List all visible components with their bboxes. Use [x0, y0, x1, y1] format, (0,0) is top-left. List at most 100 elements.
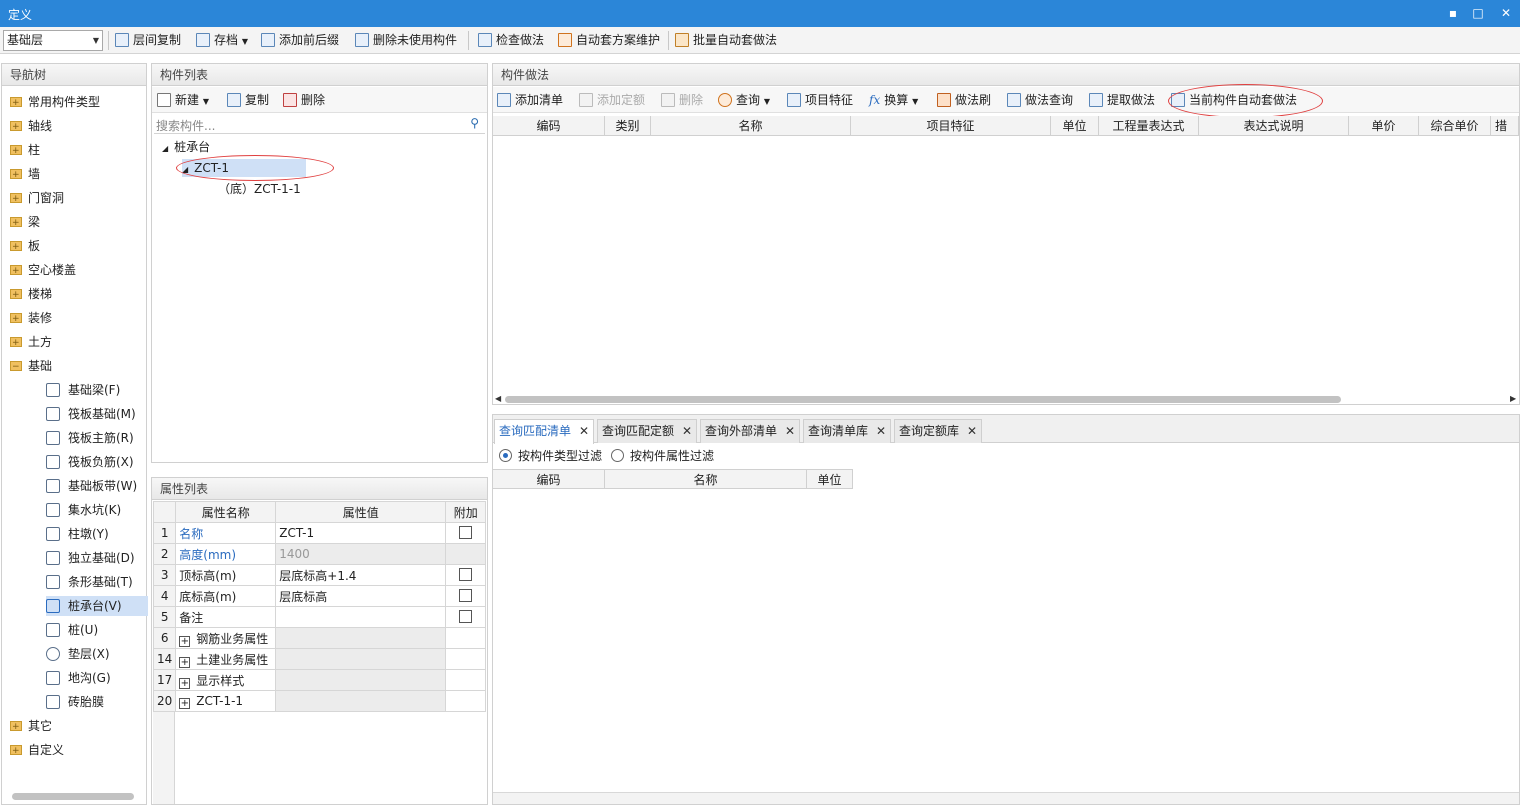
convert-button[interactable]: fx 换算 ▼ [869, 92, 918, 108]
close-icon[interactable]: ✕ [682, 424, 692, 438]
tab-list-library[interactable]: 查询清单库 ✕ [803, 419, 892, 443]
column-header-expr-desc[interactable]: 表达式说明 [1199, 116, 1349, 136]
scroll-right-icon[interactable]: ▶ [1510, 394, 1516, 403]
nav-sub-pile-cap[interactable]: 桩承台(V) [46, 596, 148, 616]
filter-by-attr-radio[interactable]: 按构件属性过滤 [611, 447, 714, 465]
minimize-button[interactable]: ▪ [1443, 4, 1463, 22]
close-icon[interactable]: ✕ [876, 424, 886, 438]
table-row[interactable]: 6 + 钢筋业务属性 [152, 627, 487, 649]
query-column-unit[interactable]: 单位 [807, 469, 853, 489]
extra-checkbox[interactable] [459, 568, 473, 581]
query-column-name[interactable]: 名称 [605, 469, 807, 489]
nav-item-slab[interactable]: 板 [10, 236, 40, 257]
filter-by-type-radio[interactable]: 按构件类型过滤 [499, 447, 602, 465]
table-row[interactable]: 17 + 显示样式 [152, 669, 487, 691]
nav-item-column[interactable]: 柱 [10, 140, 40, 161]
search-icon[interactable]: ⚲ [470, 116, 479, 130]
column-header-feature[interactable]: 项目特征 [851, 116, 1051, 136]
nav-item-foundation[interactable]: 基础 [10, 356, 52, 377]
add-quota-button[interactable]: 添加定额 [579, 92, 645, 108]
method-query-button[interactable]: 做法查询 [1007, 92, 1073, 108]
scroll-left-icon[interactable]: ◀ [495, 394, 501, 403]
nav-sub-raft-neg-rebar[interactable]: 筏板负筋(X) [46, 452, 148, 472]
tab-match-list[interactable]: 查询匹配清单 ✕ [494, 419, 595, 444]
extra-checkbox[interactable] [459, 589, 473, 602]
column-header-measure[interactable]: 措施 [1491, 116, 1519, 136]
item-feature-button[interactable]: 项目特征 [787, 92, 853, 108]
property-value[interactable]: 层底标高+1.4 [275, 564, 447, 586]
table-row[interactable]: 4 底标高(m) 层底标高 [152, 585, 487, 607]
tab-external-list[interactable]: 查询外部清单 ✕ [700, 419, 801, 443]
nav-item-door-window[interactable]: 门窗洞 [10, 188, 64, 209]
tree-node-zct1-1[interactable]: （底）ZCT-1-1 [218, 180, 301, 198]
nav-sub-sump[interactable]: 集水坑(K) [46, 500, 148, 520]
nav-item-custom[interactable]: 自定义 [10, 740, 64, 761]
batch-auto-button[interactable]: 批量自动套做法 [675, 31, 777, 50]
property-group[interactable]: + ZCT-1-1 [175, 690, 277, 712]
table-row[interactable]: 2 高度(mm) 1400 [152, 543, 487, 565]
component-search[interactable]: 搜索构件... ⚲ [154, 114, 485, 134]
copy-component-button[interactable]: 复制 [227, 92, 269, 108]
method-scrollbar[interactable] [505, 396, 1341, 403]
floor-select[interactable]: 基础层 ▼ [3, 30, 103, 51]
expand-icon[interactable]: + [179, 635, 191, 647]
check-method-button[interactable]: 检查做法 [478, 31, 544, 50]
column-header-unit[interactable]: 单位 [1051, 116, 1099, 136]
column-header-name[interactable]: 名称 [651, 116, 851, 136]
table-row[interactable]: 20 + ZCT-1-1 [152, 690, 487, 712]
property-value[interactable]: 层底标高 [275, 585, 447, 607]
close-icon[interactable]: ✕ [785, 424, 795, 438]
nav-sub-pile[interactable]: 桩(U) [46, 620, 148, 640]
query-button[interactable]: 查询 ▼ [718, 92, 770, 108]
nav-item-axis[interactable]: 轴线 [10, 116, 52, 137]
expand-icon[interactable]: + [179, 677, 191, 689]
nav-sub-brick-mold[interactable]: 砖胎膜 [46, 692, 148, 712]
tree-node-pile-cap[interactable]: ◢ 桩承台 [162, 138, 210, 156]
column-header-category[interactable]: 类别 [605, 116, 651, 136]
table-row[interactable]: 3 顶标高(m) 层底标高+1.4 [152, 564, 487, 586]
component-search-input[interactable]: 搜索构件... [156, 117, 215, 134]
nav-item-beam[interactable]: 梁 [10, 212, 40, 233]
nav-sub-slab-strip[interactable]: 基础板带(W) [46, 476, 148, 496]
nav-item-stairs[interactable]: 楼梯 [10, 284, 52, 305]
extra-checkbox[interactable] [459, 526, 473, 539]
nav-sub-foundation-beam[interactable]: 基础梁(F) [46, 380, 148, 400]
property-value[interactable]: ZCT-1 [275, 522, 447, 544]
nav-sub-trench[interactable]: 地沟(G) [46, 668, 148, 688]
property-value[interactable] [275, 606, 447, 628]
tab-match-quota[interactable]: 查询匹配定额 ✕ [597, 419, 698, 443]
expand-icon[interactable]: + [179, 697, 191, 709]
property-group[interactable]: + 显示样式 [175, 669, 277, 691]
nav-sub-strip-footing[interactable]: 条形基础(T) [46, 572, 148, 592]
extra-checkbox[interactable] [459, 610, 473, 623]
column-header-price[interactable]: 单价 [1349, 116, 1419, 136]
method-delete-button[interactable]: 删除 [661, 92, 703, 108]
nav-item-other[interactable]: 其它 [10, 716, 52, 737]
column-header-total-price[interactable]: 综合单价 [1419, 116, 1491, 136]
nav-item-hollow-floor[interactable]: 空心楼盖 [10, 260, 76, 281]
query-column-code[interactable]: 编码 [493, 469, 605, 489]
close-button[interactable]: ✕ [1496, 4, 1516, 22]
table-row[interactable]: 5 备注 [152, 606, 487, 628]
add-list-button[interactable]: 添加清单 [497, 92, 563, 108]
table-row[interactable]: 14 + 土建业务属性 [152, 648, 487, 670]
nav-item-decoration[interactable]: 装修 [10, 308, 52, 329]
nav-item-earthwork[interactable]: 土方 [10, 332, 52, 353]
close-icon[interactable]: ✕ [579, 424, 589, 438]
nav-scrollbar[interactable] [12, 793, 134, 800]
close-icon[interactable]: ✕ [967, 424, 977, 438]
nav-item-common[interactable]: 常用构件类型 [10, 92, 100, 113]
property-group[interactable]: + 钢筋业务属性 [175, 627, 277, 649]
column-header-code[interactable]: 编码 [493, 116, 605, 136]
nav-sub-pier[interactable]: 柱墩(Y) [46, 524, 148, 544]
expand-icon[interactable]: + [179, 656, 191, 668]
delete-component-button[interactable]: 删除 [283, 92, 325, 108]
add-prefix-suffix-button[interactable]: 添加前后缀 [261, 31, 339, 50]
maximize-button[interactable]: □ [1468, 4, 1488, 22]
property-group[interactable]: + 土建业务属性 [175, 648, 277, 670]
method-brush-button[interactable]: 做法刷 [937, 92, 991, 108]
floor-copy-button[interactable]: 层间复制 [115, 31, 181, 50]
nav-sub-raft-main-rebar[interactable]: 筏板主筋(R) [46, 428, 148, 448]
nav-sub-isolated-footing[interactable]: 独立基础(D) [46, 548, 148, 568]
column-header-quantity-expr[interactable]: 工程量表达式 [1099, 116, 1199, 136]
